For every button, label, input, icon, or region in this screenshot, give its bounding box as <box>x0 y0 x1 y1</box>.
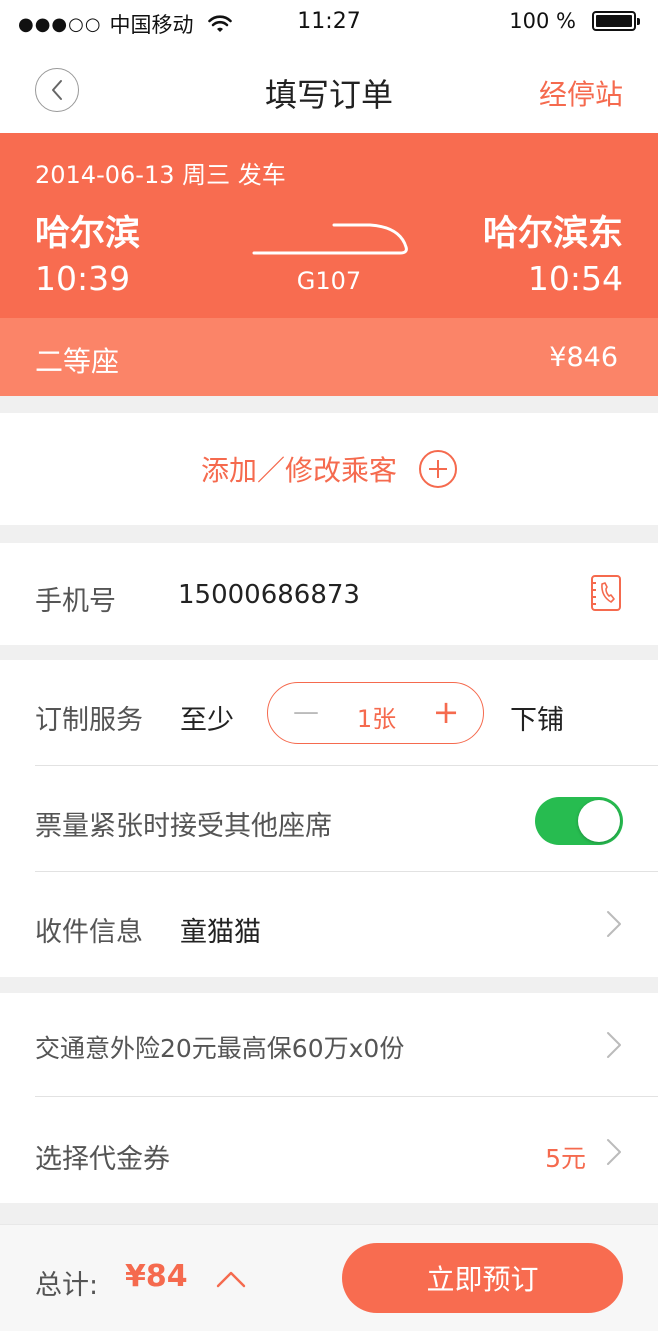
status-right: 100 % <box>509 9 640 33</box>
from-station: 哈尔滨 <box>35 214 141 254</box>
custom-service-label: 订制服务 <box>35 705 143 736</box>
voucher-value: 5元 <box>545 1144 586 1173</box>
berth-option[interactable]: 下铺 <box>510 698 564 737</box>
delivery-info-label: 收件信息 <box>35 917 143 948</box>
insurance-row[interactable]: 交通意外险20元最高保60万x0份 <box>0 993 658 1097</box>
accept-other-seats-toggle[interactable] <box>535 797 623 845</box>
trip-info-panel: 2014-06-13 周三 发车 哈尔滨 哈尔滨东 10:39 10:54 G1… <box>0 133 658 318</box>
phone-input[interactable]: 15000686873 <box>178 580 360 610</box>
insurance-label: 交通意外险20元最高保60万x0份 <box>35 1034 405 1063</box>
quantity-stepper: — 1张 + <box>267 682 484 744</box>
train-icon <box>252 223 408 255</box>
chevron-up-icon[interactable] <box>215 1269 247 1289</box>
voucher-row[interactable]: 选择代金券 5元 <box>0 1097 658 1203</box>
custom-service-row: 订制服务 至少 — 1张 + 下铺 <box>0 660 658 766</box>
custom-service-card: 订制服务 至少 — 1张 + 下铺 票量紧张时接受其他座席 收件信息 童猫猫 <box>0 660 658 977</box>
at-least-label: 至少 <box>180 705 234 736</box>
status-bar: ●●●○○ 中国移动 11:27 100 % <box>0 0 658 44</box>
phone-label: 手机号 <box>35 586 116 617</box>
bottom-bar: 总计: ¥84 立即预订 <box>0 1224 658 1331</box>
delivery-info-row[interactable]: 收件信息 童猫猫 <box>0 872 658 977</box>
plus-circle-icon <box>419 450 457 488</box>
add-passenger-label: 添加／修改乘客 <box>200 454 397 487</box>
battery-icon <box>592 11 640 31</box>
total-label: 总计: <box>35 1270 99 1301</box>
chevron-right-icon <box>607 1032 621 1058</box>
seat-class-row: 二等座 ¥846 <box>0 318 658 396</box>
phone-row: 手机号 15000686873 <box>0 543 658 645</box>
extras-card: 交通意外险20元最高保60万x0份 选择代金券 5元 <box>0 993 658 1203</box>
train-number: G107 <box>296 267 362 295</box>
chevron-right-icon <box>607 1139 621 1165</box>
total-amount: ¥84 <box>125 1259 188 1294</box>
departure-date: 2014-06-13 周三 发车 <box>35 161 286 189</box>
voucher-label: 选择代金券 <box>35 1144 170 1175</box>
chevron-right-icon <box>607 911 621 937</box>
contact-book-icon[interactable] <box>589 574 623 612</box>
add-passenger-button[interactable]: 添加／修改乘客 <box>0 413 658 525</box>
ticket-price: ¥846 <box>549 342 618 373</box>
to-station: 哈尔滨东 <box>482 214 623 254</box>
increment-button[interactable]: + <box>431 695 461 729</box>
accept-other-seats-label: 票量紧张时接受其他座席 <box>35 811 332 842</box>
seat-class: 二等座 <box>35 345 120 378</box>
toggle-knob <box>578 800 620 842</box>
navigation-bar: 填写订单 经停站 <box>0 44 658 133</box>
accept-other-seats-row: 票量紧张时接受其他座席 <box>0 766 658 872</box>
delivery-recipient: 童猫猫 <box>180 917 261 948</box>
battery-percent: 100 % <box>509 9 576 33</box>
book-now-button[interactable]: 立即预订 <box>342 1243 623 1313</box>
stops-link[interactable]: 经停站 <box>539 73 623 113</box>
